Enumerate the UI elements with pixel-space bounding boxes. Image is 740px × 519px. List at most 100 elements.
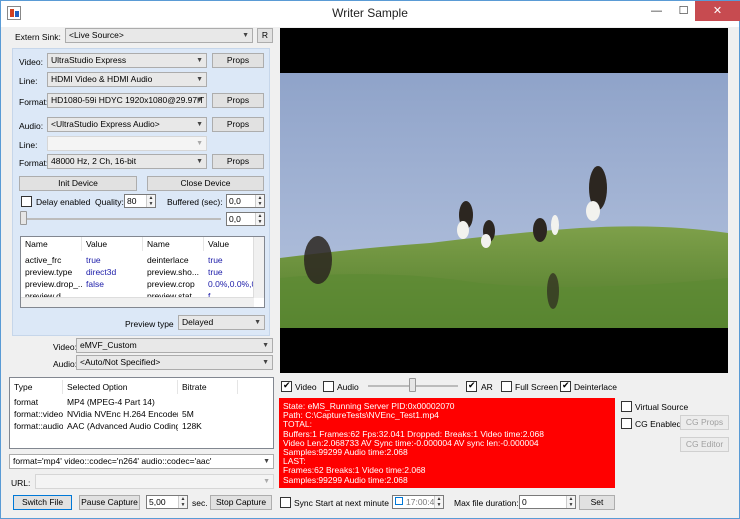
video-format-select[interactable]: HD1080-59i HDYC 1920x1080@29.97iT ▼ (47, 93, 207, 108)
grid-cell[interactable]: format::video (10, 409, 63, 419)
grid-cell[interactable]: false (82, 279, 143, 289)
video-check-label: Video (295, 382, 317, 392)
grid-cell[interactable]: 0.0%,0.0%,0... (204, 279, 254, 289)
grid-header[interactable]: Selected Option (63, 380, 178, 394)
fullscreen-check-label: Full Screen (515, 382, 558, 392)
time-checkbox-icon[interactable] (395, 497, 403, 505)
maximize-button[interactable]: ☐ (670, 1, 697, 21)
video-checkbox[interactable] (281, 380, 292, 392)
cg-editor-button[interactable]: CG Editor (680, 437, 729, 452)
cg-enabled-checkbox[interactable] (621, 418, 632, 429)
init-device-button[interactable]: Init Device (19, 176, 137, 191)
spin-arrows-icon[interactable]: ▲ ▼ (255, 195, 264, 207)
close-button[interactable]: ✕ (695, 1, 740, 21)
grid-cell[interactable]: NVidia NVEnc H.264 Encoder (63, 409, 178, 419)
encoder-audio-select[interactable]: <Auto/Not Specified> ▼ (76, 355, 273, 370)
grid-vertical-scrollbar[interactable] (253, 237, 264, 298)
sync-start-checkbox[interactable] (280, 497, 291, 508)
grid-cell[interactable]: format::audio (10, 421, 63, 431)
video-props-button[interactable]: Props (212, 53, 264, 68)
delay-value-spinner[interactable]: 0,0 ▲ ▼ (226, 212, 265, 226)
audio-format-props-button[interactable]: Props (212, 154, 264, 169)
grid-header[interactable]: Name (143, 237, 204, 251)
audio-format-select[interactable]: 48000 Hz, 2 Ch, 16-bit ▼ (47, 154, 207, 169)
buffered-spinner[interactable]: 0,0 ▲ ▼ (226, 194, 265, 208)
grid-horizontal-scrollbar[interactable] (21, 297, 254, 307)
start-time-picker[interactable]: 17:00:4 ▲ ▼ (392, 495, 444, 509)
status-line: Samples:99299 Audio time:2.068 (283, 474, 408, 485)
video-line-select[interactable]: HDMI Video & HDMI Audio ▼ (47, 72, 207, 87)
extern-sink-refresh-button[interactable]: R (257, 28, 273, 43)
url-input[interactable]: ▼ (35, 474, 274, 489)
grid-cell[interactable]: active_frc (21, 255, 82, 265)
chevron-down-icon: ▼ (262, 359, 269, 366)
spin-arrows-icon[interactable]: ▲ ▼ (566, 496, 575, 508)
format-string-input[interactable]: format='mp4' video::codec='n264' audio::… (9, 454, 274, 469)
audio-check-label: Audio (337, 382, 359, 392)
audio-line-select[interactable]: ▼ (47, 136, 207, 151)
audio-line-label: Line: (19, 140, 38, 150)
grid-cell[interactable]: preview.drop_... (21, 279, 82, 289)
audio-device-select[interactable]: <UltraStudio Express Audio> ▼ (47, 117, 207, 132)
volume-slider-thumb[interactable] (409, 378, 416, 392)
spin-arrows-icon[interactable]: ▲ ▼ (255, 213, 264, 225)
video-label: Video: (19, 57, 43, 67)
format-props-button[interactable]: Props (212, 93, 264, 108)
close-device-button[interactable]: Close Device (147, 176, 264, 191)
audio-label: Audio: (19, 121, 44, 131)
encoder-video-select[interactable]: eMVF_Custom ▼ (76, 338, 273, 353)
spin-arrows-icon[interactable]: ▲ ▼ (178, 496, 187, 508)
cg-enabled-label: CG Enabled (635, 419, 682, 429)
grid-header[interactable]: Type (10, 380, 63, 394)
set-button[interactable]: Set (579, 495, 615, 510)
minimize-button[interactable]: — (643, 1, 670, 21)
delay-slider-thumb[interactable] (20, 211, 27, 225)
grid-cell[interactable]: preview.crop (143, 279, 204, 289)
grid-cell[interactable]: AAC (Advanced Audio Coding) (63, 421, 178, 431)
encoder-options-grid[interactable]: Type Selected Option Bitrate format MP4 … (9, 377, 274, 449)
virtual-source-checkbox[interactable] (621, 401, 632, 412)
cg-props-button[interactable]: CG Props (680, 415, 729, 430)
grid-cell[interactable]: 5M (178, 409, 238, 419)
grid-cell[interactable]: preview.type (21, 267, 82, 277)
stop-capture-button[interactable]: Stop Capture (210, 495, 272, 510)
grid-cell[interactable]: true (204, 267, 254, 277)
grid-cell[interactable]: deinterlace (143, 255, 204, 265)
grid-cell[interactable]: 128K (178, 421, 238, 431)
spin-arrows-icon[interactable]: ▲ ▼ (434, 496, 443, 508)
pause-capture-button[interactable]: Pause Capture (79, 495, 140, 510)
preview-type-select[interactable]: Delayed ▼ (178, 315, 265, 330)
extern-sink-select[interactable]: <Live Source> ▼ (65, 28, 253, 43)
grid-cell[interactable]: direct3d (82, 267, 143, 277)
delay-enabled-label: Delay enabled (36, 197, 91, 207)
delay-enabled-checkbox[interactable] (21, 196, 32, 207)
grid-header[interactable]: Value (204, 237, 254, 251)
max-duration-spinner[interactable]: 0 ▲ ▼ (519, 495, 576, 509)
video-preview[interactable] (280, 28, 728, 373)
fullscreen-checkbox[interactable] (501, 381, 512, 392)
switch-file-button[interactable]: Switch File (13, 495, 72, 510)
grid-cell[interactable]: MP4 (MPEG-4 Part 14) (63, 397, 178, 407)
grid-header[interactable]: Value (82, 237, 143, 251)
video-device-select[interactable]: UltraStudio Express ▼ (47, 53, 207, 68)
grid-cell[interactable]: true (204, 255, 254, 265)
chevron-down-icon: ▼ (196, 158, 203, 165)
properties-grid[interactable]: Name Value Name Value active_frc true de… (20, 236, 265, 308)
ar-checkbox[interactable] (466, 380, 477, 392)
seconds-spinner[interactable]: 5,00 ▲ ▼ (146, 495, 188, 509)
grid-cell[interactable]: preview.sho... (143, 267, 204, 277)
spin-arrows-icon[interactable]: ▲ ▼ (146, 195, 155, 207)
deinterlace-checkbox[interactable] (560, 380, 571, 392)
grid-cell[interactable]: format (10, 397, 63, 407)
audio-props-button[interactable]: Props (212, 117, 264, 132)
grid-header[interactable]: Bitrate (178, 380, 238, 394)
quality-spinner[interactable]: 80 ▲ ▼ (124, 194, 156, 208)
grid-header[interactable]: Name (21, 237, 82, 251)
chevron-down-icon: ▼ (196, 140, 203, 147)
url-label: URL: (11, 478, 31, 488)
audio-checkbox[interactable] (323, 381, 334, 392)
chevron-down-icon: ▼ (263, 478, 270, 485)
grid-cell[interactable]: true (82, 255, 143, 265)
extern-sink-label: Extern Sink: (15, 32, 61, 42)
delay-slider-track[interactable] (21, 218, 221, 220)
